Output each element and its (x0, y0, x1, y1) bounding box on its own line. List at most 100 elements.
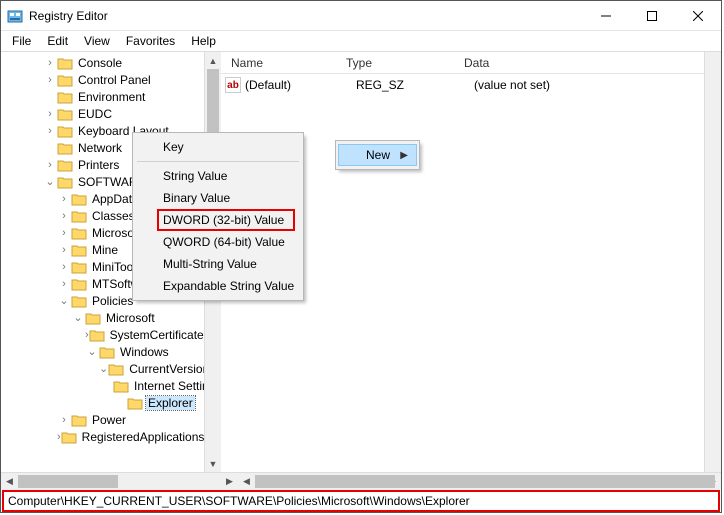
value-type: REG_SZ (356, 78, 474, 92)
tree-item[interactable]: Environment (1, 88, 204, 105)
menu-item-label: DWORD (32-bit) Value (163, 213, 284, 227)
titlebar[interactable]: Registry Editor (1, 1, 721, 31)
column-headers[interactable]: Name Type Data (221, 52, 704, 74)
menu-separator (137, 161, 299, 162)
chevron-right-icon[interactable]: › (57, 244, 71, 256)
tree-item[interactable]: ›RegisteredApplications (1, 428, 204, 445)
registry-editor-window: Registry Editor File Edit View Favorites… (0, 0, 722, 513)
tree-item-label: Internet Settings (132, 379, 204, 393)
menu-favorites[interactable]: Favorites (119, 32, 182, 50)
tree-item-label: Printers (76, 158, 121, 172)
folder-icon (57, 56, 73, 70)
tree-item[interactable]: ⌄Windows (1, 343, 204, 360)
tree-item-label: RegisteredApplications (80, 430, 204, 444)
menu-item-multi-string-value[interactable]: Multi-String Value (135, 253, 301, 275)
chevron-right-icon: ▶ (400, 150, 408, 161)
tree-item-label: CurrentVersion (127, 362, 204, 376)
folder-icon (108, 362, 124, 376)
app-icon (7, 8, 23, 24)
tree-horizontal-scrollbar[interactable]: ◀▶ (1, 472, 238, 490)
chevron-right-icon[interactable]: › (57, 414, 71, 426)
folder-icon (99, 345, 115, 359)
tree-item[interactable]: › EUDC (1, 105, 204, 122)
tree-item[interactable]: ⌄ Microsoft (1, 309, 204, 326)
column-type[interactable]: Type (340, 56, 458, 70)
menu-item-binary-value[interactable]: Binary Value (135, 187, 301, 209)
menubar: File Edit View Favorites Help (1, 31, 721, 51)
folder-icon (71, 192, 87, 206)
tree-item[interactable]: Internet Settings (1, 377, 204, 394)
chevron-right-icon[interactable]: › (57, 210, 71, 222)
tree-item-label: Explorer (146, 396, 195, 410)
maximize-button[interactable] (629, 1, 675, 31)
tree-item-label: Control Panel (76, 73, 153, 87)
folder-icon (57, 90, 73, 104)
column-data[interactable]: Data (458, 56, 704, 70)
chevron-down-icon[interactable]: ⌄ (57, 294, 71, 307)
tree-item-label: Policies (90, 294, 135, 308)
chevron-right-icon[interactable]: › (43, 108, 57, 120)
value-data: (value not set) (474, 78, 704, 92)
menu-item-expandable-string-value[interactable]: Expandable String Value (135, 275, 301, 297)
menu-help[interactable]: Help (184, 32, 223, 50)
menu-item-key[interactable]: Key (135, 136, 301, 158)
tree-item-label: SystemCertificates (108, 328, 204, 342)
tree-item[interactable]: ⌄ CurrentVersion (1, 360, 204, 377)
chevron-right-icon[interactable]: › (57, 227, 71, 239)
folder-icon (57, 124, 73, 138)
menu-file[interactable]: File (5, 32, 38, 50)
folder-icon (57, 175, 73, 189)
menu-item-string-value[interactable]: String Value (135, 165, 301, 187)
tree-item-label: Environment (76, 90, 147, 104)
context-submenu-new: Key String Value Binary Value DWORD (32-… (132, 132, 304, 301)
tree-item-label: EUDC (76, 107, 114, 121)
chevron-down-icon[interactable]: ⌄ (71, 311, 85, 324)
list-horizontal-scrollbar[interactable]: ◀▶ (238, 472, 721, 490)
chevron-down-icon[interactable]: ⌄ (43, 175, 57, 188)
menu-edit[interactable]: Edit (40, 32, 75, 50)
chevron-down-icon[interactable]: ⌄ (85, 345, 99, 358)
menu-item-qword-value[interactable]: QWORD (64-bit) Value (135, 231, 301, 253)
chevron-right-icon[interactable]: › (57, 261, 71, 273)
chevron-right-icon[interactable]: › (43, 125, 57, 137)
close-button[interactable] (675, 1, 721, 31)
folder-icon (71, 226, 87, 240)
chevron-right-icon[interactable]: › (57, 193, 71, 205)
chevron-right-icon[interactable]: › (57, 278, 71, 290)
tree-item[interactable]: Explorer (1, 394, 204, 411)
folder-icon (71, 209, 87, 223)
tree-item[interactable]: ›Power (1, 411, 204, 428)
menu-view[interactable]: View (77, 32, 117, 50)
folder-icon (71, 260, 87, 274)
folder-icon (61, 430, 77, 444)
menu-item-label: Binary Value (163, 191, 230, 205)
tree-item-label: Mine (90, 243, 120, 257)
address-bar[interactable]: Computer\HKEY_CURRENT_USER\SOFTWARE\Poli… (2, 490, 720, 512)
list-vertical-scrollbar[interactable] (704, 52, 721, 472)
menu-item-label: Expandable String Value (163, 279, 294, 293)
tree-item[interactable]: ›SystemCertificates (1, 326, 204, 343)
context-menu: New ▶ (335, 140, 420, 170)
tree-item-label: Microsoft (104, 311, 157, 325)
list-item[interactable]: ab (Default) REG_SZ (value not set) (225, 76, 704, 94)
tree-item-label: Classes (90, 209, 137, 223)
tree-item-label: MiniTool (90, 260, 138, 274)
folder-icon (71, 243, 87, 257)
chevron-right-icon[interactable]: › (43, 74, 57, 86)
folder-icon (113, 379, 129, 393)
tree-item[interactable]: › Control Panel (1, 71, 204, 88)
menu-item-dword-value[interactable]: DWORD (32-bit) Value (135, 209, 301, 231)
chevron-right-icon[interactable]: › (43, 159, 57, 171)
folder-icon (127, 396, 143, 410)
menu-item-new[interactable]: New ▶ (338, 144, 417, 166)
folder-icon (71, 413, 87, 427)
tree-item[interactable]: ›Console (1, 54, 204, 71)
folder-icon (57, 73, 73, 87)
folder-icon (89, 328, 105, 342)
chevron-down-icon[interactable]: ⌄ (99, 362, 108, 375)
folder-icon (57, 141, 73, 155)
minimize-button[interactable] (583, 1, 629, 31)
chevron-right-icon[interactable]: › (43, 57, 57, 69)
folder-icon (57, 158, 73, 172)
column-name[interactable]: Name (225, 56, 340, 70)
